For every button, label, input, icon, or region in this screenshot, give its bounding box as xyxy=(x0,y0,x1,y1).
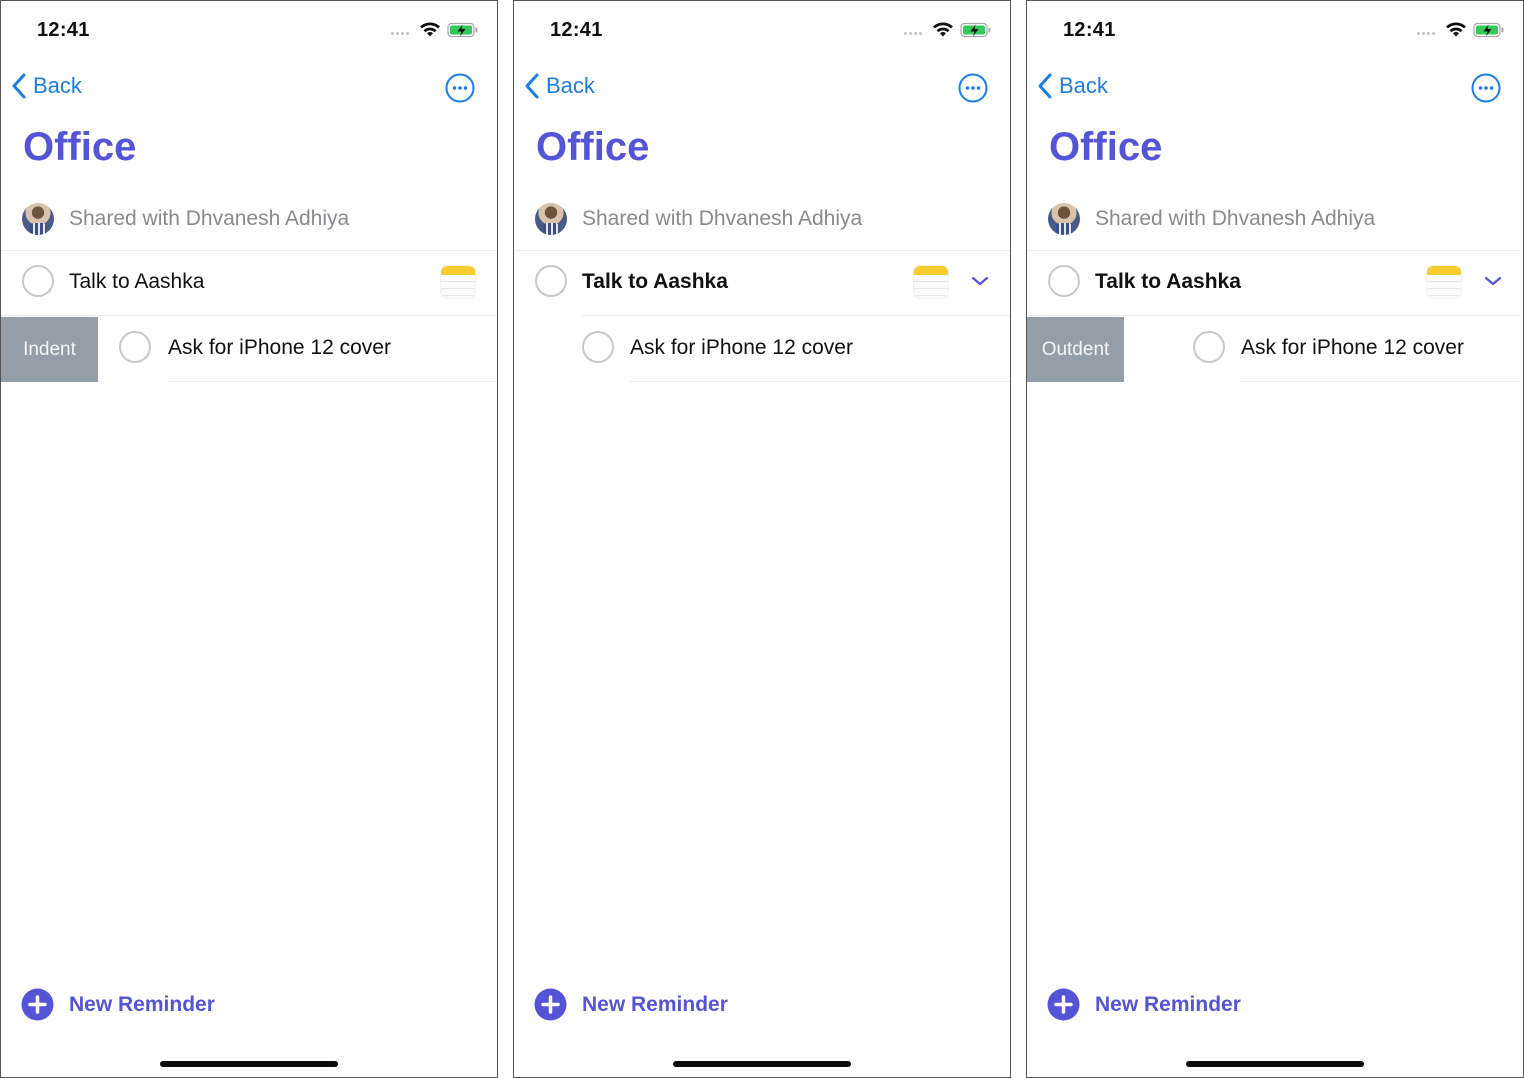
shared-with-row[interactable]: Shared with Dhvanesh Adhiya xyxy=(1027,197,1523,251)
list-title: Office xyxy=(23,125,137,169)
row-divider xyxy=(168,380,497,382)
shared-with-row[interactable]: Shared with Dhvanesh Adhiya xyxy=(514,197,1010,251)
home-indicator[interactable] xyxy=(160,1061,338,1067)
more-options-button[interactable] xyxy=(445,73,475,103)
subtask-row[interactable]: Outdent Ask for iPhone 12 cover xyxy=(1027,317,1523,382)
shared-with-text: Shared with Dhvanesh Adhiya xyxy=(582,207,863,230)
plus-circle-icon xyxy=(534,988,567,1021)
back-label: Back xyxy=(1059,73,1108,98)
plus-circle-icon xyxy=(1047,988,1080,1021)
reminder-title: Ask for iPhone 12 cover xyxy=(168,336,391,359)
more-options-button[interactable] xyxy=(958,73,988,103)
battery-charging-icon xyxy=(447,22,479,38)
complete-toggle[interactable] xyxy=(1193,331,1225,363)
back-label: Back xyxy=(546,73,595,98)
status-icons xyxy=(904,21,992,38)
status-time: 12:41 xyxy=(37,19,90,41)
row-divider xyxy=(630,380,1010,382)
battery-charging-icon xyxy=(960,22,992,38)
status-icons xyxy=(1417,21,1505,38)
avatar xyxy=(22,203,54,235)
collapse-subtasks-button[interactable] xyxy=(1483,273,1503,289)
phone-screen-indent: 12:41 Back Office Shared with Dhvanesh A… xyxy=(0,0,498,1078)
chevron-left-icon xyxy=(524,73,540,99)
complete-toggle[interactable] xyxy=(582,331,614,363)
avatar xyxy=(1048,203,1080,235)
shared-with-row[interactable]: Shared with Dhvanesh Adhiya xyxy=(1,197,497,251)
complete-toggle[interactable] xyxy=(22,265,54,297)
status-time: 12:41 xyxy=(550,19,603,41)
reminder-row[interactable]: Talk to Aashka xyxy=(1027,251,1523,316)
indent-action-button[interactable]: Indent xyxy=(1,317,98,382)
complete-toggle[interactable] xyxy=(119,331,151,363)
wifi-icon xyxy=(1445,21,1467,38)
list-title: Office xyxy=(536,125,650,169)
reminder-title: Talk to Aashka xyxy=(582,270,728,293)
home-indicator[interactable] xyxy=(1186,1061,1364,1067)
home-indicator[interactable] xyxy=(673,1061,851,1067)
reminder-title: Ask for iPhone 12 cover xyxy=(630,336,853,359)
reminder-title: Talk to Aashka xyxy=(69,270,205,293)
outdent-action-button[interactable]: Outdent xyxy=(1027,317,1124,382)
wifi-icon xyxy=(419,21,441,38)
notes-icon[interactable] xyxy=(1427,266,1461,298)
status-time: 12:41 xyxy=(1063,19,1116,41)
complete-toggle[interactable] xyxy=(535,265,567,297)
chevron-left-icon xyxy=(1037,73,1053,99)
chevron-left-icon xyxy=(11,73,27,99)
subtask-row[interactable]: Ask for iPhone 12 cover xyxy=(514,317,1010,382)
status-icons xyxy=(391,21,479,38)
row-divider xyxy=(1241,380,1523,382)
signal-dots-icon xyxy=(904,32,922,35)
row-divider xyxy=(582,314,1010,316)
new-reminder-button[interactable]: New Reminder xyxy=(534,988,728,1021)
list-title: Office xyxy=(1049,125,1163,169)
shared-with-text: Shared with Dhvanesh Adhiya xyxy=(1095,207,1376,230)
back-button[interactable]: Back xyxy=(524,73,595,99)
notes-icon[interactable] xyxy=(441,266,475,298)
back-label: Back xyxy=(33,73,82,98)
new-reminder-label: New Reminder xyxy=(69,992,215,1016)
new-reminder-label: New Reminder xyxy=(582,992,728,1016)
reminder-row[interactable]: Talk to Aashka xyxy=(1,251,497,316)
chevron-down-icon xyxy=(1484,276,1502,286)
chevron-down-icon xyxy=(971,276,989,286)
signal-dots-icon xyxy=(1417,32,1435,35)
ellipsis-circle-icon xyxy=(958,73,988,103)
plus-circle-icon xyxy=(21,988,54,1021)
new-reminder-label: New Reminder xyxy=(1095,992,1241,1016)
more-options-button[interactable] xyxy=(1471,73,1501,103)
notes-icon[interactable] xyxy=(914,266,948,298)
ellipsis-circle-icon xyxy=(1471,73,1501,103)
avatar xyxy=(535,203,567,235)
new-reminder-button[interactable]: New Reminder xyxy=(21,988,215,1021)
phone-screen-subtask: 12:41 Back Office Shared with Dhvanesh A… xyxy=(513,0,1011,1078)
wifi-icon xyxy=(932,21,954,38)
back-button[interactable]: Back xyxy=(1037,73,1108,99)
new-reminder-button[interactable]: New Reminder xyxy=(1047,988,1241,1021)
back-button[interactable]: Back xyxy=(11,73,82,99)
ellipsis-circle-icon xyxy=(445,73,475,103)
reminder-row[interactable]: Indent Ask for iPhone 12 cover xyxy=(1,317,497,382)
reminder-title: Ask for iPhone 12 cover xyxy=(1241,336,1464,359)
collapse-subtasks-button[interactable] xyxy=(970,273,990,289)
reminder-title: Talk to Aashka xyxy=(1095,270,1241,293)
battery-charging-icon xyxy=(1473,22,1505,38)
shared-with-text: Shared with Dhvanesh Adhiya xyxy=(69,207,350,230)
complete-toggle[interactable] xyxy=(1048,265,1080,297)
reminder-row[interactable]: Talk to Aashka xyxy=(514,251,1010,316)
signal-dots-icon xyxy=(391,32,409,35)
phone-screen-outdent: 12:41 Back Office Shared with Dhvanesh A… xyxy=(1026,0,1524,1078)
